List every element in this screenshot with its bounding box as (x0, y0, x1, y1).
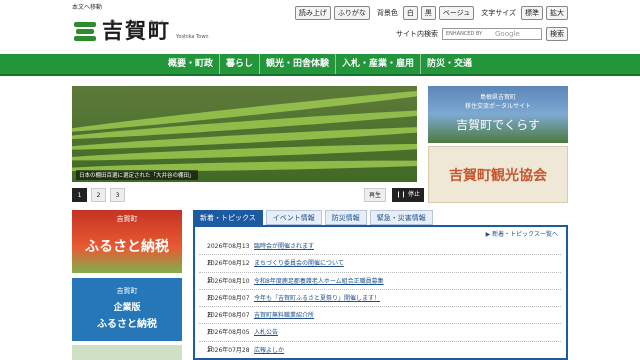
slide-3-button[interactable]: 3 (110, 188, 125, 202)
search-input[interactable]: ENHANCED BY Google (442, 28, 542, 40)
tab-disaster-prevention[interactable]: 防災情報 (324, 210, 367, 225)
news-title-link[interactable]: 今年も「吉賀町ふるさと夏祭り」開催します！ (254, 290, 380, 306)
bg-white-button[interactable]: 白 (402, 6, 418, 20)
news-title-link[interactable]: 令和8年度鹿足郡養護老人ホーム組合正職員募集 (254, 273, 384, 289)
list-item: 2026年08月10日 令和8年度鹿足郡養護老人ホーム組合正職員募集 (199, 273, 561, 302)
hero-caption: 日本の棚田百選に選定された「大井谷の棚田」 (76, 170, 198, 180)
bg-black-button[interactable]: 黒 (420, 6, 436, 20)
news-tabs: 新着・トピックス イベント情報 防災情報 緊急・災害情報 (193, 210, 433, 225)
news-title-link[interactable]: まちづくり委員会の開催について (254, 255, 344, 271)
play-button[interactable]: 再生 (364, 188, 387, 202)
migration-portal-banner[interactable]: 島根県吉賀町 移住交流ポータルサイト 吉賀町でくらす (428, 86, 568, 143)
news-date: 2026年08月10日 (207, 277, 250, 302)
news-date: 2026年08月07日 (207, 294, 250, 319)
corporate-town: 吉賀町 (116, 287, 138, 295)
hero-slideshow-image[interactable]: 日本の棚田百選に選定された「大井谷の棚田」 (72, 86, 417, 182)
news-title-link[interactable]: 広報よしか (254, 342, 284, 358)
logo-ruby-2: か (131, 20, 137, 26)
font-size-large-button[interactable]: 拡大 (546, 6, 568, 20)
list-item: 2026年08月05日 入札公告 (199, 324, 561, 354)
skip-to-content-link[interactable]: 本文へ移動 (72, 2, 102, 11)
slide-pager: 1 2 3 (72, 188, 125, 202)
nav-item-overview[interactable]: 概要・町政 (162, 54, 219, 74)
corporate-title: ふるさと納税 (97, 319, 157, 330)
tab-events[interactable]: イベント情報 (265, 210, 322, 225)
tourism-association-title: 吉賀町観光協会 (449, 168, 547, 184)
font-size-label: 文字サイズ (481, 9, 516, 17)
news-panel: ▶ 新着・トピックス一覧へ 2026年08月13日 臨時会が開催されます 202… (193, 225, 568, 360)
nav-item-tourism[interactable]: 観光・田舎体験 (258, 54, 335, 74)
news-date: 2026年08月13日 (207, 243, 250, 267)
list-item: 2026年07月28日 広報よしか (199, 342, 561, 358)
logo-ruby-3: ちょう (149, 20, 165, 26)
list-item: 2026年08月12日 まちづくり委員会の開催について (199, 255, 561, 285)
furusato-town: 吉賀町 (116, 215, 138, 223)
logo-ruby: よし か ちょう (102, 10, 171, 36)
news-date: 2026年07月28日 (207, 346, 250, 354)
font-size-standard-button[interactable]: 標準 (521, 6, 543, 20)
logo-english: Yoshika Town (176, 34, 209, 40)
logo-title: よし か ちょう 吉賀町 (102, 18, 171, 44)
site-logo[interactable]: よし か ちょう 吉賀町 Yoshika Town (72, 18, 209, 44)
slide-2-button[interactable]: 2 (91, 188, 106, 202)
search-button[interactable]: 検索 (546, 27, 568, 41)
furigana-button[interactable]: ふりがな (333, 6, 370, 20)
tab-topics[interactable]: 新着・トピックス (193, 210, 263, 225)
side-banner-partial[interactable] (72, 345, 182, 360)
banner-subtitle-1: 島根県吉賀町 (479, 94, 516, 101)
google-logo: Google (495, 30, 520, 38)
site-search: サイト内検索 ENHANCED BY Google 検索 (396, 27, 568, 41)
news-date: 2026年08月07日 (207, 312, 250, 337)
corporate-label: 企業版 (113, 303, 141, 313)
global-nav: 概要・町政 暮らし 観光・田舎体験 入札・産業・雇用 防災・交通 (0, 54, 640, 76)
slide-1-button[interactable]: 1 (72, 188, 87, 202)
list-item: 2026年08月07日 吉賀町無料職業紹介所 (199, 307, 561, 337)
news-date: 2026年08月05日 (207, 329, 250, 354)
search-label: サイト内検索 (396, 30, 438, 38)
furusato-title: ふるさと納税 (85, 239, 169, 255)
news-title-link[interactable]: 臨時会が開催されます (254, 238, 314, 254)
nav-item-living[interactable]: 暮らし (218, 54, 259, 74)
logo-ruby-1: よし (108, 20, 119, 26)
nav-item-business[interactable]: 入札・産業・雇用 (335, 54, 420, 74)
bg-color-label: 背景色 (376, 9, 398, 17)
accessibility-toolbar: 読み上げ ふりがな 背景色 白 黒 ベージュ 文字サイズ 標準 拡大 (294, 6, 568, 20)
corporate-furusato-tax-banner[interactable]: 吉賀町 企業版 ふるさと納税 (72, 278, 182, 341)
bg-beige-button[interactable]: ベージュ (438, 6, 475, 20)
news-date: 2026年08月12日 (207, 260, 250, 285)
news-more-label: 新着・トピックス一覧へ (492, 231, 558, 238)
news-list-link[interactable]: ▶ 新着・トピックス一覧へ (486, 229, 558, 238)
news-list: 2026年08月13日 臨時会が開催されます 2026年08月12日 まちづくり… (199, 238, 561, 358)
furusato-tax-banner[interactable]: 吉賀町 ふるさと納税 (72, 210, 182, 273)
banner-subtitle-2: 移住交流ポータルサイト (464, 103, 531, 110)
list-item: 2026年08月13日 臨時会が開催されます (199, 238, 561, 267)
tab-emergency[interactable]: 緊急・災害情報 (369, 210, 433, 225)
news-title-link[interactable]: 入札公告 (254, 324, 278, 340)
tourism-association-banner[interactable]: 吉賀町観光協会 (428, 146, 568, 203)
stop-button[interactable]: ❙❙ 停止 (392, 188, 424, 202)
list-item: 2026年08月07日 今年も「吉賀町ふるさと夏祭り」開催します！ (199, 290, 561, 319)
read-aloud-button[interactable]: 読み上げ (294, 6, 331, 20)
town-emblem-icon (72, 18, 98, 44)
banner-title: 吉賀町でくらす (456, 118, 540, 132)
search-placeholder: ENHANCED BY (446, 31, 483, 37)
nav-item-disaster[interactable]: 防災・交通 (420, 54, 478, 74)
news-title-link[interactable]: 吉賀町無料職業紹介所 (254, 307, 314, 323)
